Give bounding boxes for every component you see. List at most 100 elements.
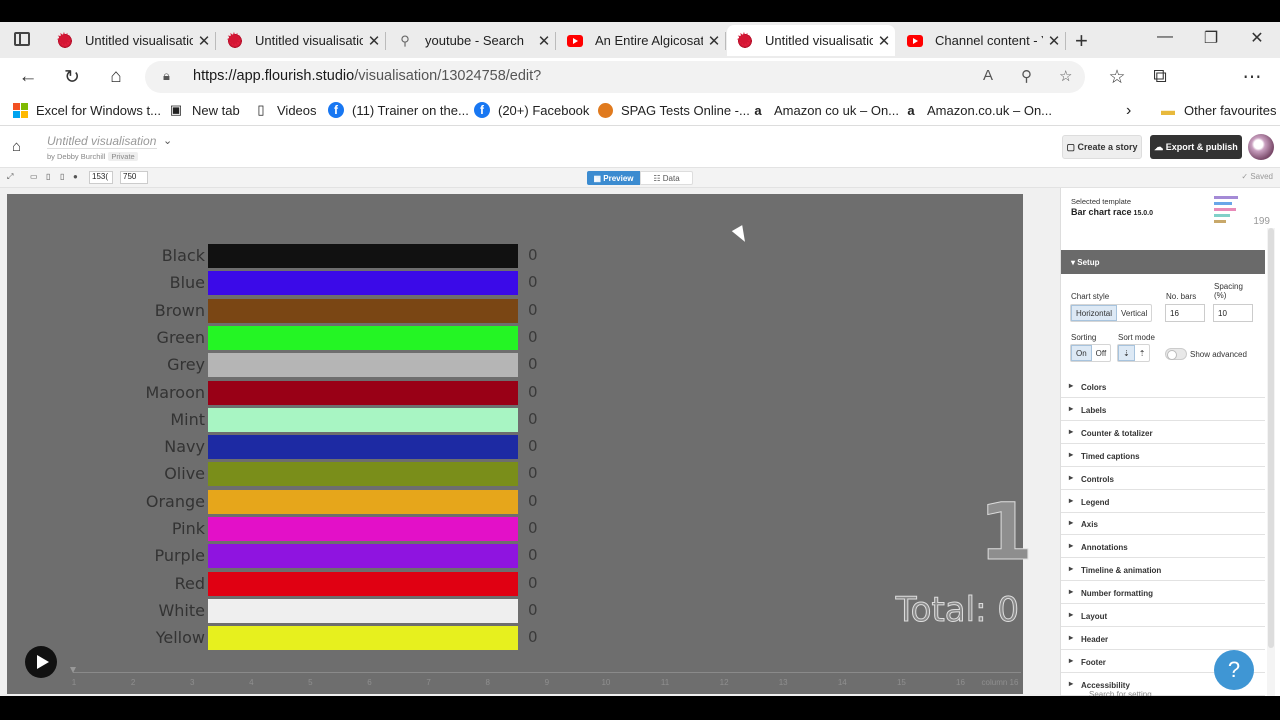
chart-style-horizontal[interactable]: Horizontal	[1071, 305, 1118, 321]
desktop-icon[interactable]: ▭	[30, 172, 38, 181]
close-tab-icon[interactable]: ✕	[363, 32, 385, 50]
favourites-icon[interactable]: ☆	[1104, 66, 1130, 89]
bookmarks-overflow-icon[interactable]: ›	[1126, 102, 1131, 120]
timeline-track[interactable]	[73, 672, 1021, 673]
tablet-icon[interactable]: ▯	[46, 172, 50, 181]
bookmark-item[interactable]: a Amazon co uk – On...	[750, 102, 899, 118]
settings-section[interactable]: Header	[1061, 628, 1265, 650]
close-tab-icon[interactable]: ✕	[703, 32, 725, 50]
browser-tab[interactable]: Channel content - Y ✕	[897, 25, 1066, 56]
custom-size-icon[interactable]: ●	[73, 172, 78, 181]
sort-descending-icon[interactable]: ⇣	[1118, 345, 1135, 361]
settings-section[interactable]: Number formatting	[1061, 582, 1265, 605]
export-publish-button[interactable]: ☁ Export & publish	[1150, 135, 1242, 159]
tab-title: Untitled visualisatio	[255, 33, 363, 48]
other-favourites[interactable]: ▬ Other favourites	[1160, 102, 1277, 118]
settings-section[interactable]: Timeline & animation	[1061, 559, 1265, 582]
close-tab-icon[interactable]: ✕	[873, 32, 895, 50]
bar-row: Green 0	[7, 325, 1023, 350]
play-button[interactable]	[25, 646, 57, 678]
width-input[interactable]: 153(	[89, 171, 113, 184]
tab-actions-icon[interactable]	[14, 32, 30, 46]
bar-row: Maroon 0	[7, 380, 1023, 405]
sort-mode-toggle: ⇣ ⇡	[1117, 344, 1151, 362]
browser-tab[interactable]: ⚲ youtube - Search ✕	[387, 25, 556, 56]
help-button[interactable]: ?	[1214, 650, 1254, 690]
bar	[208, 271, 518, 296]
bar-label: Orange	[145, 491, 205, 511]
settings-section[interactable]: Labels	[1061, 399, 1265, 421]
new-tab-button[interactable]: +	[1075, 28, 1088, 54]
sort-ascending-icon[interactable]: ⇡	[1135, 345, 1150, 361]
settings-section[interactable]: Layout	[1061, 605, 1265, 627]
bar-chart-race: Black 0 Blue 0 Brown 0 Green 0 Grey 0 Maroon 0 Mint 0…	[7, 194, 1034, 694]
tab-data[interactable]: ☷ Data	[640, 171, 693, 185]
tab-title: Untitled visualisatio	[85, 33, 193, 48]
bookmark-item[interactable]: f (20+) Facebook	[474, 102, 589, 118]
template-name[interactable]: Bar chart race 15.0.0	[1071, 207, 1153, 217]
home-icon[interactable]: ⌂	[103, 66, 129, 88]
timeline-handle[interactable]	[70, 667, 76, 673]
bookmark-item[interactable]: SPAG Tests Online -...	[597, 102, 750, 118]
url-text[interactable]: https://app.flourish.studio/visualisatio…	[193, 68, 541, 84]
bar-row: Brown 0	[7, 298, 1023, 323]
settings-section[interactable]: Colors	[1061, 376, 1265, 398]
avatar[interactable]	[1248, 134, 1274, 160]
settings-section[interactable]: Timed captions	[1061, 445, 1265, 467]
height-input[interactable]: 750	[120, 171, 148, 184]
bar-label: Mint	[170, 409, 205, 429]
refresh-icon[interactable]: ↻	[59, 66, 85, 89]
browser-tab[interactable]: Untitled visualisatio✕	[47, 25, 216, 56]
browser-tab[interactable]: An Entire Algicosath ✕	[557, 25, 726, 56]
bar-label: White	[158, 600, 205, 620]
more-icon[interactable]: ⋯	[1239, 66, 1265, 89]
bookmark-item[interactable]: a Amazon.co.uk – On...	[903, 102, 1052, 118]
chart-style-vertical[interactable]: Vertical	[1117, 305, 1151, 321]
mobile-icon[interactable]: ▯	[60, 172, 64, 181]
settings-section[interactable]: Legend	[1061, 491, 1265, 513]
create-story-button[interactable]: ▢ Create a story	[1062, 135, 1142, 159]
bookmark-item[interactable]: Excel for Windows t...	[12, 102, 161, 118]
sorting-on[interactable]: On	[1071, 345, 1092, 361]
visualisation-title[interactable]: Untitled visualisation	[47, 134, 157, 149]
template-thumbnail[interactable]: 199	[1214, 190, 1270, 228]
address-bar[interactable]: 🔒︎ https://app.flourish.studio/visualisa…	[145, 61, 1085, 93]
tab-preview[interactable]: ▦ Preview	[587, 171, 640, 185]
add-favourite-icon[interactable]: ☆	[1059, 67, 1072, 85]
tab-title: An Entire Algicosath	[595, 33, 703, 48]
bookmark-item[interactable]: ▯ Videos	[253, 102, 316, 118]
panel-scrollbar[interactable]	[1267, 228, 1275, 696]
read-aloud-icon[interactable]: A	[983, 67, 993, 84]
settings-section[interactable]: Axis	[1061, 513, 1265, 536]
bar-value-label: 0	[528, 628, 538, 647]
close-window-button[interactable]: ✕	[1242, 28, 1272, 48]
settings-section[interactable]: Counter & totalizer	[1061, 422, 1265, 444]
restore-button[interactable]: ❐	[1196, 28, 1226, 48]
settings-section[interactable]: Controls	[1061, 468, 1265, 490]
counter-label: 1	[978, 488, 1034, 578]
bar-label: Grey	[167, 355, 205, 375]
chevron-down-icon[interactable]: ⌄	[163, 134, 172, 147]
minimize-button[interactable]: —	[1150, 28, 1180, 46]
settings-section[interactable]: Annotations	[1061, 536, 1265, 559]
fullscreen-icon[interactable]: ⤢	[7, 172, 13, 182]
browser-tab[interactable]: Untitled visualisatio✕	[727, 25, 895, 56]
collections-icon[interactable]: ⧉	[1147, 66, 1173, 88]
back-icon[interactable]: ←	[15, 66, 41, 88]
bookmark-item[interactable]: f (11) Trainer on the...	[328, 102, 469, 118]
close-tab-icon[interactable]: ✕	[193, 32, 215, 50]
bar-value-label: 0	[528, 600, 538, 619]
setup-section-header[interactable]: ▾ Setup	[1061, 250, 1265, 274]
browser-tab[interactable]: Untitled visualisatio✕	[217, 25, 386, 56]
show-advanced-toggle[interactable]	[1165, 348, 1187, 360]
setting-search-input[interactable]: Search for setting	[1061, 686, 1280, 696]
bookmark-item[interactable]: ▣ New tab	[168, 102, 240, 118]
no-bars-input[interactable]: 16	[1165, 304, 1205, 322]
zoom-icon[interactable]: ⚲	[1021, 67, 1032, 85]
sorting-off[interactable]: Off	[1092, 345, 1111, 361]
spacing-input[interactable]: 10	[1213, 304, 1253, 322]
close-tab-icon[interactable]: ✕	[533, 32, 555, 50]
home-icon[interactable]: ⌂	[12, 138, 21, 155]
bookmark-label: Amazon.co.uk – On...	[927, 102, 1053, 118]
close-tab-icon[interactable]: ✕	[1043, 32, 1065, 50]
